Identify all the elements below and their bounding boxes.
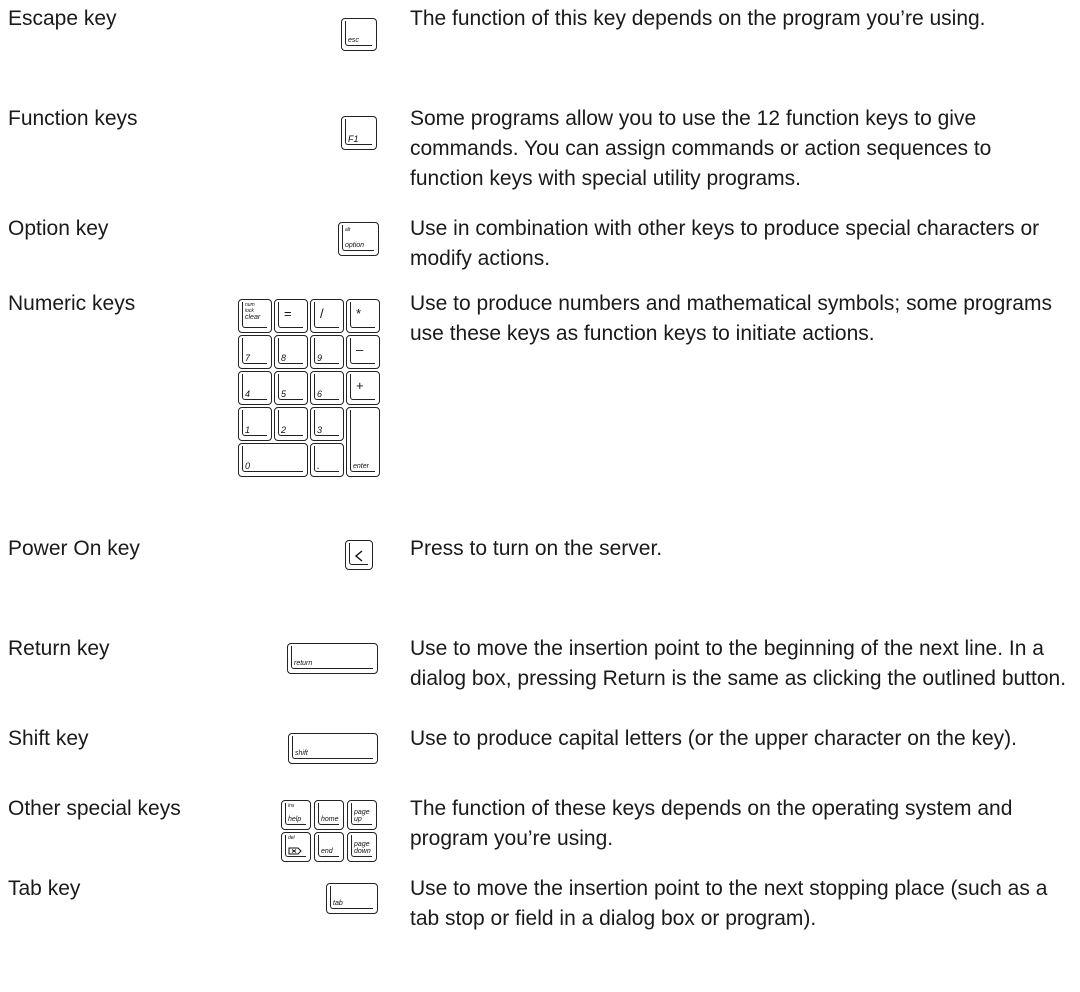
desc-option: Use in combination with other keys to pr… bbox=[410, 217, 1040, 270]
enter-key: enter bbox=[346, 407, 380, 477]
page-up-key-page-label: page bbox=[354, 809, 370, 816]
key-8: 8 bbox=[274, 335, 308, 369]
term-return: Return key bbox=[8, 637, 110, 660]
key-0-label: 0 bbox=[245, 461, 251, 471]
home-key-label: home bbox=[321, 816, 339, 823]
option-key: alt option bbox=[338, 222, 379, 256]
key-6-label: 6 bbox=[317, 389, 323, 399]
clear-key-label: clear bbox=[245, 314, 261, 321]
key-1: 1 bbox=[238, 407, 272, 441]
minus-key-label: – bbox=[356, 342, 364, 357]
desc-function: Some programs allow you to use the 12 fu… bbox=[410, 107, 992, 190]
term-numeric: Numeric keys bbox=[8, 292, 136, 315]
delete-key-label: del bbox=[288, 835, 295, 841]
power-triangle-icon bbox=[354, 550, 363, 562]
power-key bbox=[345, 540, 373, 570]
page-down-key: page down bbox=[347, 832, 377, 862]
option-key-label: option bbox=[345, 242, 365, 249]
divide-key: / bbox=[310, 299, 344, 333]
tab-key: tab bbox=[326, 883, 378, 914]
equals-key: = bbox=[274, 299, 308, 333]
clear-key: num lock clear bbox=[238, 299, 272, 333]
tab-key-label: tab bbox=[333, 900, 343, 907]
page-up-key-up-label: up bbox=[354, 816, 362, 823]
multiply-key: * bbox=[346, 299, 380, 333]
key-8-label: 8 bbox=[281, 353, 287, 363]
esc-key: esc bbox=[341, 18, 377, 51]
esc-key-label: esc bbox=[348, 37, 359, 44]
delete-arrow-icon bbox=[288, 847, 302, 855]
shift-key-label: shift bbox=[295, 750, 308, 757]
term-option: Option key bbox=[8, 217, 109, 240]
end-key-label: end bbox=[321, 848, 333, 855]
term-function: Function keys bbox=[8, 107, 138, 130]
key-3-label: 3 bbox=[317, 425, 323, 435]
term-special: Other special keys bbox=[8, 797, 181, 820]
desc-power: Press to turn on the server. bbox=[410, 537, 663, 560]
key-7-label: 7 bbox=[245, 353, 251, 363]
desc-tab: Use to move the insertion point to the n… bbox=[410, 877, 1048, 930]
decimal-key-label: . bbox=[317, 460, 321, 472]
delete-key: del bbox=[281, 832, 311, 862]
page-up-key: page up bbox=[347, 800, 377, 830]
plus-key: + bbox=[346, 371, 380, 405]
f1-key: F1 bbox=[341, 116, 377, 150]
key-0: 0 bbox=[238, 443, 308, 477]
desc-shift: Use to produce capital letters (or the u… bbox=[410, 727, 1017, 750]
term-power: Power On key bbox=[8, 537, 140, 560]
key-3: 3 bbox=[310, 407, 344, 441]
help-key: ins help bbox=[281, 800, 311, 830]
term-shift: Shift key bbox=[8, 727, 89, 750]
desc-numeric: Use to produce numbers and mathematical … bbox=[410, 292, 1052, 345]
option-key-alt-label: alt bbox=[345, 227, 351, 233]
term-tab: Tab key bbox=[8, 877, 81, 900]
help-key-ins-label: ins bbox=[288, 803, 295, 809]
key-2: 2 bbox=[274, 407, 308, 441]
desc-escape: The function of this key depends on the … bbox=[410, 7, 986, 30]
numeric-keypad-illustration: num lock clear = / * 7 8 9 – 4 5 6 + 1 2… bbox=[236, 297, 382, 482]
home-key: home bbox=[314, 800, 344, 830]
key-1-label: 1 bbox=[245, 425, 251, 435]
equals-key-label: = bbox=[284, 306, 292, 321]
multiply-key-label: * bbox=[356, 306, 362, 321]
key-5: 5 bbox=[274, 371, 308, 405]
help-key-label: help bbox=[288, 816, 302, 823]
plus-key-label: + bbox=[356, 378, 364, 393]
key-4-label: 4 bbox=[245, 389, 251, 399]
special-keys-illustration: ins help home page up del end page down bbox=[281, 800, 381, 862]
enter-key-label: enter bbox=[353, 463, 369, 470]
desc-return: Use to move the insertion point to the b… bbox=[410, 637, 1067, 690]
return-key: return bbox=[287, 643, 378, 674]
term-escape: Escape key bbox=[8, 7, 117, 30]
f1-key-label: F1 bbox=[348, 134, 359, 144]
key-7: 7 bbox=[238, 335, 272, 369]
divide-key-label: / bbox=[320, 306, 324, 321]
minus-key: – bbox=[346, 335, 380, 369]
page-down-key-page-label: page bbox=[354, 841, 370, 848]
key-5-label: 5 bbox=[281, 389, 287, 399]
key-4: 4 bbox=[238, 371, 272, 405]
decimal-key: . bbox=[310, 443, 344, 477]
key-2-label: 2 bbox=[281, 425, 287, 435]
key-9-label: 9 bbox=[317, 353, 323, 363]
key-9: 9 bbox=[310, 335, 344, 369]
return-key-label: return bbox=[294, 660, 313, 667]
end-key: end bbox=[314, 832, 344, 862]
page-down-key-down-label: down bbox=[354, 848, 371, 855]
shift-key: shift bbox=[288, 733, 378, 764]
desc-special: The function of these keys depends on th… bbox=[410, 797, 1013, 850]
key-6: 6 bbox=[310, 371, 344, 405]
